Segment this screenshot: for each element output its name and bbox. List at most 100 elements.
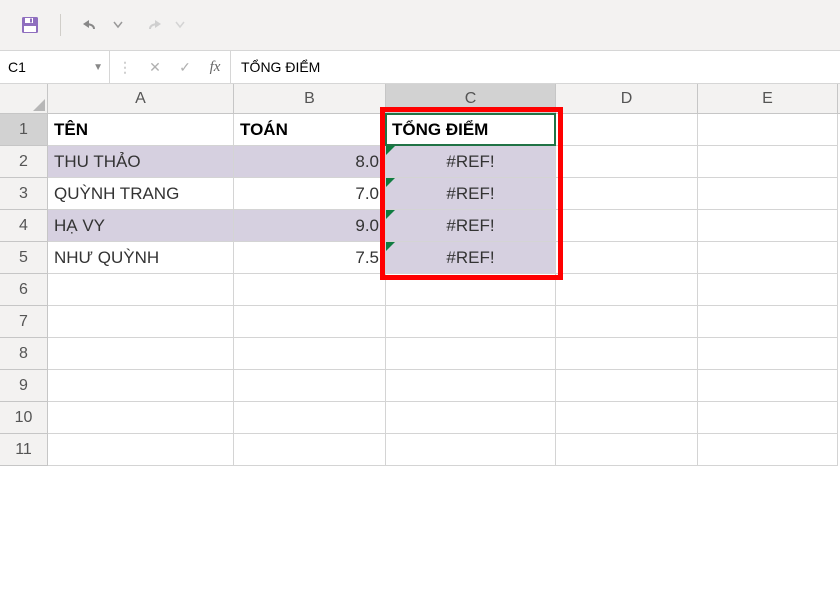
cell-C11[interactable] (386, 434, 556, 466)
cell-E5[interactable] (698, 242, 838, 274)
cell-A4[interactable]: HẠ VY (48, 210, 234, 242)
cell-E11[interactable] (698, 434, 838, 466)
undo-button[interactable] (77, 11, 105, 39)
name-box[interactable]: ▼ (0, 51, 110, 83)
cell-E2[interactable] (698, 146, 838, 178)
cell-C4-value: #REF! (446, 216, 494, 236)
cell-D3[interactable] (556, 178, 698, 210)
cell-C7[interactable] (386, 306, 556, 338)
row-header-8[interactable]: 8 (0, 338, 47, 370)
redo-more-icon[interactable] (173, 11, 187, 39)
row-header-3[interactable]: 3 (0, 178, 47, 210)
cell-A8[interactable] (48, 338, 234, 370)
enter-formula-button[interactable]: ✓ (170, 51, 200, 83)
cell-E9[interactable] (698, 370, 838, 402)
formula-bar: ▼ ⋮ ✕ ✓ fx (0, 50, 840, 84)
cell-E6[interactable] (698, 274, 838, 306)
col-header-A[interactable]: A (48, 84, 234, 113)
cell-D9[interactable] (556, 370, 698, 402)
cell-D4[interactable] (556, 210, 698, 242)
cell-A7[interactable] (48, 306, 234, 338)
cell-C1[interactable]: TỔNG ĐIỂM (386, 114, 556, 146)
cell-C2[interactable]: #REF! (386, 146, 556, 178)
cell-C3[interactable]: #REF! (386, 178, 556, 210)
cell-E7[interactable] (698, 306, 838, 338)
cell-B7[interactable] (234, 306, 386, 338)
row-headers: 1 2 3 4 5 6 7 8 9 10 11 (0, 114, 48, 466)
row-header-11[interactable]: 11 (0, 434, 47, 466)
col-header-E[interactable]: E (698, 84, 838, 113)
cell-D6[interactable] (556, 274, 698, 306)
cell-A2[interactable]: THU THẢO (48, 146, 234, 178)
spreadsheet-grid: A B C D E 1 2 3 4 5 6 7 8 9 10 11 TÊN TO… (0, 84, 840, 600)
error-indicator-icon[interactable] (386, 210, 395, 219)
cell-B9[interactable] (234, 370, 386, 402)
row-header-9[interactable]: 9 (0, 370, 47, 402)
col-header-B[interactable]: B (234, 84, 386, 113)
error-indicator-icon[interactable] (386, 146, 395, 155)
cell-B1[interactable]: TOÁN (234, 114, 386, 146)
cell-C6[interactable] (386, 274, 556, 306)
cell-C9[interactable] (386, 370, 556, 402)
error-indicator-icon[interactable] (386, 242, 395, 251)
cancel-formula-button[interactable]: ✕ (140, 51, 170, 83)
cell-B2[interactable]: 8.0 (234, 146, 386, 178)
row-header-5[interactable]: 5 (0, 242, 47, 274)
formula-bar-buttons: ⋮ ✕ ✓ fx (110, 51, 231, 83)
undo-more-icon[interactable] (111, 11, 125, 39)
cell-D10[interactable] (556, 402, 698, 434)
cell-E3[interactable] (698, 178, 838, 210)
cell-C2-value: #REF! (446, 152, 494, 172)
cell-C5-value: #REF! (446, 248, 494, 268)
cell-A10[interactable] (48, 402, 234, 434)
cell-D7[interactable] (556, 306, 698, 338)
cell-E1[interactable] (698, 114, 838, 146)
cell-A9[interactable] (48, 370, 234, 402)
cell-D5[interactable] (556, 242, 698, 274)
cell-B11[interactable] (234, 434, 386, 466)
col-header-D[interactable]: D (556, 84, 698, 113)
quick-access-toolbar (0, 0, 840, 50)
row-header-7[interactable]: 7 (0, 306, 47, 338)
cell-D2[interactable] (556, 146, 698, 178)
error-indicator-icon[interactable] (386, 178, 395, 187)
cell-E4[interactable] (698, 210, 838, 242)
cell-A1[interactable]: TÊN (48, 114, 234, 146)
cell-C4[interactable]: #REF! (386, 210, 556, 242)
name-box-input[interactable] (8, 59, 78, 75)
row-header-10[interactable]: 10 (0, 402, 47, 434)
cell-A11[interactable] (48, 434, 234, 466)
cell-B6[interactable] (234, 274, 386, 306)
formula-input[interactable] (231, 51, 840, 83)
cell-E10[interactable] (698, 402, 838, 434)
cell-B10[interactable] (234, 402, 386, 434)
cell-A5[interactable]: NHƯ QUỲNH (48, 242, 234, 274)
cell-D11[interactable] (556, 434, 698, 466)
col-header-C[interactable]: C (386, 84, 556, 113)
name-box-dropdown-icon[interactable]: ▼ (93, 62, 103, 73)
column-headers: A B C D E (48, 84, 840, 114)
row-header-4[interactable]: 4 (0, 210, 47, 242)
select-all-corner[interactable] (0, 84, 48, 114)
cell-D1[interactable] (556, 114, 698, 146)
cell-A6[interactable] (48, 274, 234, 306)
formula-ellipsis-icon[interactable]: ⋮ (110, 51, 140, 83)
cell-B5[interactable]: 7.5 (234, 242, 386, 274)
cell-C8[interactable] (386, 338, 556, 370)
cell-C3-value: #REF! (446, 184, 494, 204)
cell-D8[interactable] (556, 338, 698, 370)
save-button[interactable] (16, 11, 44, 39)
redo-button[interactable] (139, 11, 167, 39)
insert-function-button[interactable]: fx (200, 51, 230, 83)
cell-C10[interactable] (386, 402, 556, 434)
row-header-6[interactable]: 6 (0, 274, 47, 306)
cell-A3[interactable]: QUỲNH TRANG (48, 178, 234, 210)
cell-B4[interactable]: 9.0 (234, 210, 386, 242)
cells: TÊN TOÁN TỔNG ĐIỂM THU THẢO 8.0 #REF! QU… (48, 114, 840, 466)
cell-C5[interactable]: #REF! (386, 242, 556, 274)
cell-E8[interactable] (698, 338, 838, 370)
cell-B8[interactable] (234, 338, 386, 370)
row-header-2[interactable]: 2 (0, 146, 47, 178)
row-header-1[interactable]: 1 (0, 114, 47, 146)
cell-B3[interactable]: 7.0 (234, 178, 386, 210)
